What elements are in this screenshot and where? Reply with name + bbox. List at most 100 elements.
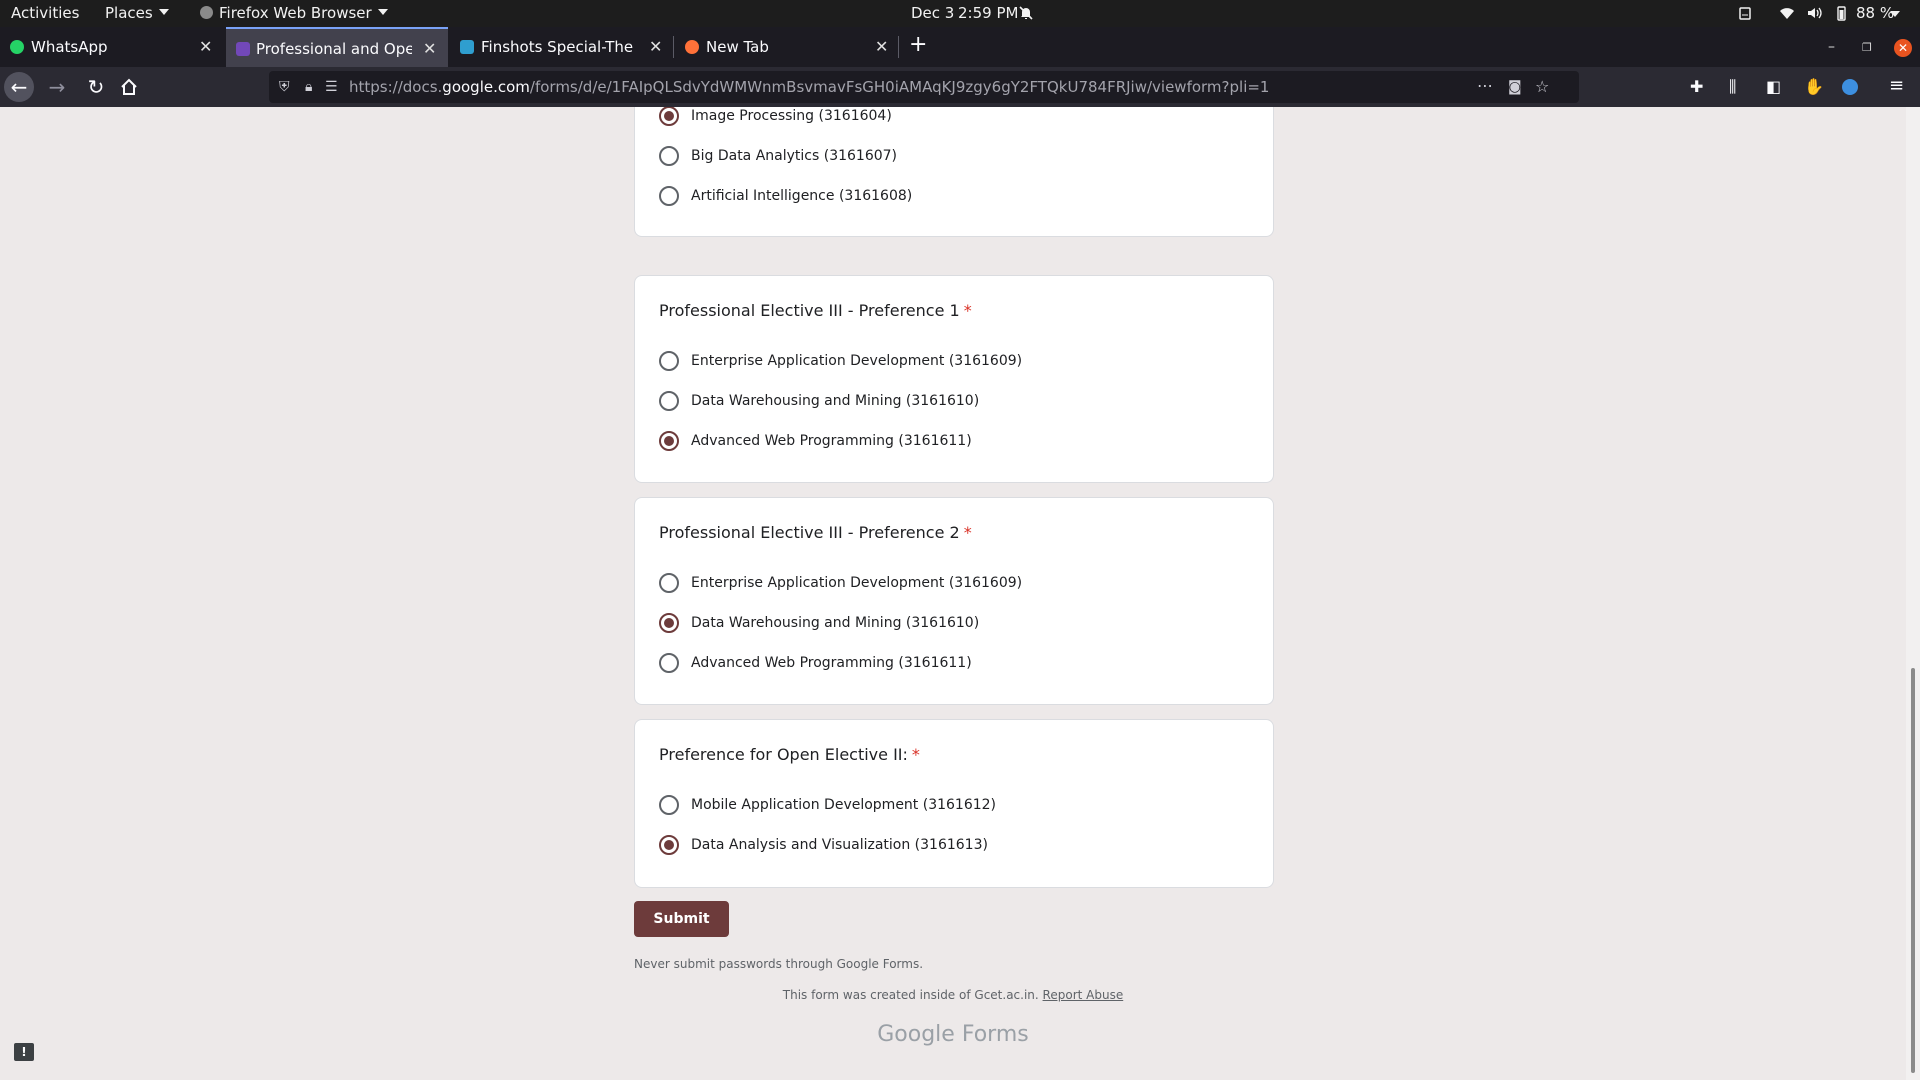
google-forms-logo[interactable]: Google Forms: [0, 1022, 1906, 1047]
lock-icon[interactable]: 🔒︎: [305, 79, 312, 95]
page-actions-icon[interactable]: ⋯: [1477, 76, 1493, 95]
feedback-icon[interactable]: !: [14, 1043, 34, 1061]
close-tab-icon[interactable]: ✕: [423, 39, 436, 58]
radio-button-checked[interactable]: [659, 835, 679, 855]
option-label: Advanced Web Programming (3161611): [691, 433, 972, 449]
tab-label: New Tab: [706, 38, 769, 56]
required-asterisk: *: [911, 745, 920, 764]
tab-label: WhatsApp: [31, 38, 108, 56]
time-label[interactable]: 2:59 PM: [958, 4, 1018, 22]
battery-percent[interactable]: 88 %: [1856, 4, 1894, 22]
option-label: Data Warehousing and Mining (3161610): [691, 615, 980, 631]
restore-icon[interactable]: ❐: [1862, 41, 1872, 54]
firefox-small-icon: [200, 6, 213, 19]
radio-button-checked[interactable]: [659, 431, 679, 451]
url-text[interactable]: https://docs.google.com/forms/d/e/1FAIpQ…: [349, 78, 1269, 96]
system-top-bar: Activities Places Firefox Web Browser De…: [0, 0, 1920, 27]
tab-new-tab[interactable]: New Tab ✕: [675, 27, 897, 67]
bookmark-star-icon[interactable]: ☆: [1535, 77, 1549, 96]
scrollbar-thumb[interactable]: [1911, 668, 1915, 1073]
forward-arrow-icon[interactable]: →: [42, 72, 72, 102]
tab-separator: [673, 36, 674, 58]
page-content: Image Processing (3161604) Big Data Anal…: [0, 107, 1906, 1080]
close-tab-icon[interactable]: ✕: [875, 37, 888, 56]
url-prefix: https://docs.: [349, 78, 443, 96]
option-label: Data Analysis and Visualization (3161613…: [691, 837, 988, 853]
back-arrow-icon[interactable]: ←: [4, 72, 34, 102]
app-menu[interactable]: Firefox Web Browser: [200, 4, 388, 22]
brand-google: Google: [877, 1022, 955, 1047]
tab-whatsapp[interactable]: WhatsApp ✕: [0, 27, 223, 67]
system-menu-chevron-icon[interactable]: [1890, 11, 1900, 17]
option-label: Mobile Application Development (3161612): [691, 797, 997, 813]
created-notice: This form was created inside of Gcet.ac.…: [0, 988, 1906, 1002]
tab-google-form[interactable]: Professional and Open E ✕: [226, 27, 448, 67]
finshots-icon: [460, 40, 474, 54]
close-tab-icon[interactable]: ✕: [199, 37, 212, 56]
sync-account-icon[interactable]: [1842, 79, 1858, 95]
home-icon[interactable]: [119, 77, 139, 97]
question-card-partial: Image Processing (3161604) Big Data Anal…: [634, 107, 1274, 237]
report-abuse-link[interactable]: Report Abuse: [1043, 988, 1124, 1002]
window-close-icon[interactable]: ✕: [1894, 39, 1912, 57]
library-icon[interactable]: ⫼: [1729, 77, 1736, 97]
radio-button[interactable]: [659, 351, 679, 371]
extension-addon-icon[interactable]: ✋: [1804, 77, 1824, 96]
question-title: Professional Elective III - Preference 1…: [659, 301, 972, 320]
google-forms-icon: [236, 42, 250, 56]
places-menu[interactable]: Places: [105, 4, 169, 22]
minimize-icon[interactable]: –: [1828, 39, 1835, 55]
close-tab-icon[interactable]: ✕: [649, 37, 662, 56]
url-host: google.com: [442, 78, 530, 96]
url-path: /forms/d/e/1FAIpQLSdvYdWMWnmBsvmavFsGH0i…: [529, 78, 1270, 96]
question-title: Preference for Open Elective II: *: [659, 745, 920, 764]
radio-button[interactable]: [659, 186, 679, 206]
password-notice: Never submit passwords through Google Fo…: [634, 957, 924, 971]
option-label: Artificial Intelligence (3161608): [691, 188, 913, 204]
activities-button[interactable]: Activities: [11, 4, 79, 22]
new-tab-button[interactable]: +: [909, 32, 931, 62]
radio-button[interactable]: [659, 391, 679, 411]
drive-icon: [1739, 7, 1751, 20]
question-title-text: Preference for Open Elective II:: [659, 745, 908, 764]
date-label[interactable]: Dec 3: [911, 4, 954, 22]
question-card-elective-3-pref-1: Professional Elective III - Preference 1…: [634, 275, 1274, 483]
reload-icon[interactable]: ↻: [81, 72, 111, 102]
radio-button[interactable]: [659, 653, 679, 673]
chevron-down-icon: [377, 9, 388, 15]
radio-button[interactable]: [659, 795, 679, 815]
battery-icon[interactable]: [1833, 5, 1849, 21]
tab-label: Professional and Open E: [256, 40, 412, 58]
radio-button-checked[interactable]: [659, 107, 679, 126]
option-label: Enterprise Application Development (3161…: [691, 353, 1023, 369]
volume-icon[interactable]: [1806, 5, 1822, 21]
brand-forms: Forms: [961, 1022, 1029, 1047]
wifi-icon[interactable]: [1779, 5, 1795, 21]
firefox-icon: [685, 40, 699, 54]
app-menu-label: Firefox Web Browser: [219, 4, 372, 22]
tab-finshots[interactable]: Finshots Special-The Bu ✕: [450, 27, 672, 67]
question-card-elective-3-pref-2: Professional Elective III - Preference 2…: [634, 497, 1274, 705]
option-label: Data Warehousing and Mining (3161610): [691, 393, 980, 409]
pocket-icon[interactable]: ◙: [1508, 79, 1522, 95]
radio-button[interactable]: [659, 573, 679, 593]
radio-button-checked[interactable]: [659, 613, 679, 633]
permissions-icon[interactable]: ☰: [325, 79, 338, 95]
submit-button[interactable]: Submit: [634, 901, 729, 937]
notifications-muted-icon: [1019, 6, 1033, 20]
created-text: This form was created inside of Gcet.ac.…: [782, 988, 1039, 1002]
radio-button[interactable]: [659, 146, 679, 166]
required-asterisk: *: [963, 301, 972, 320]
shield-icon[interactable]: ⛨: [279, 79, 290, 95]
option-label: Big Data Analytics (3161607): [691, 148, 898, 164]
url-bar[interactable]: ⛨ 🔒︎ ☰ https://docs.google.com/forms/d/e…: [269, 71, 1579, 103]
sidebar-icon[interactable]: ◧: [1766, 77, 1781, 96]
question-title-text: Professional Elective III - Preference 2: [659, 523, 960, 542]
tab-separator: [898, 36, 899, 58]
question-card-open-elective-2: Preference for Open Elective II: * Mobile…: [634, 719, 1274, 888]
extensions-icon[interactable]: ✚: [1690, 77, 1703, 96]
chevron-down-icon: [158, 9, 169, 15]
tab-label: Finshots Special-The Bu: [481, 38, 637, 56]
hamburger-menu-icon[interactable]: ≡: [1889, 75, 1904, 96]
places-label: Places: [105, 4, 153, 22]
